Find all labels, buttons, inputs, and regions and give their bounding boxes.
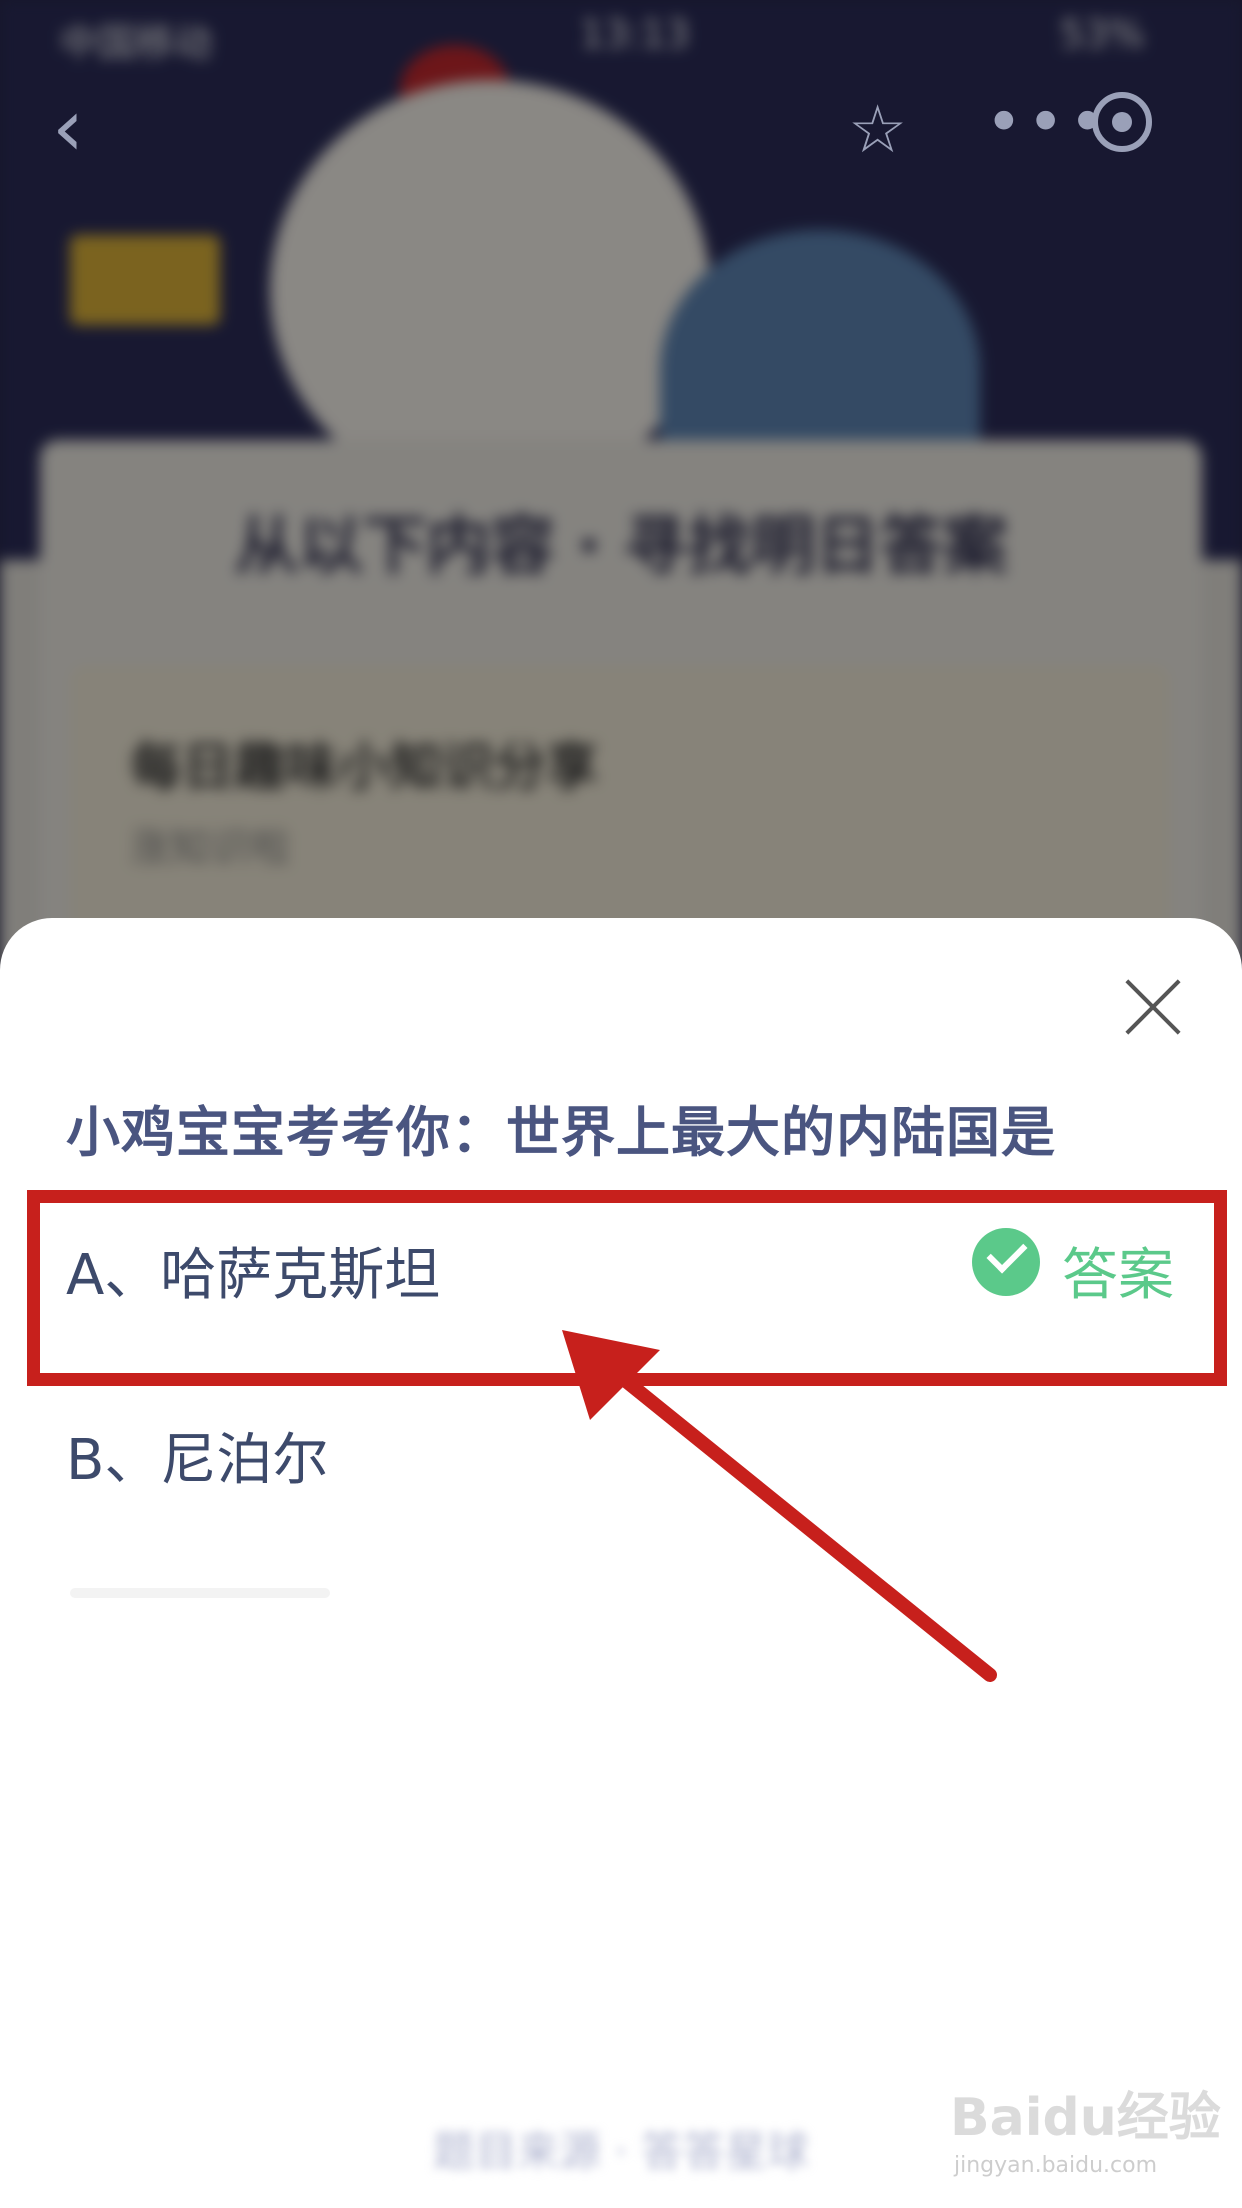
placeholder-line bbox=[70, 1588, 330, 1598]
question-text: 小鸡宝宝考考你：世界上最大的内陆国是 bbox=[66, 1101, 1056, 1164]
option-b[interactable]: B、尼泊尔 bbox=[0, 1373, 1242, 1523]
chevron-left-icon[interactable]: ‹ bbox=[52, 88, 84, 168]
target-icon[interactable] bbox=[1092, 92, 1152, 152]
option-b-label: B、尼泊尔 bbox=[66, 1428, 329, 1493]
star-icon[interactable]: ☆ bbox=[848, 95, 907, 165]
watermark-url: jingyan.baidu.com bbox=[954, 2153, 1158, 2178]
baidu-watermark: Baidu经验 jingyan.baidu.com bbox=[950, 2075, 1230, 2195]
quiz-sheet: 小鸡宝宝考考你：世界上最大的内陆国是 A、哈萨克斯坦 答案 B、尼泊尔 题目来源… bbox=[0, 918, 1242, 2208]
annotation-highlight-box bbox=[27, 1190, 1227, 1386]
watermark-logo: Baidu经验 bbox=[950, 2088, 1221, 2148]
close-icon[interactable] bbox=[1124, 978, 1182, 1036]
